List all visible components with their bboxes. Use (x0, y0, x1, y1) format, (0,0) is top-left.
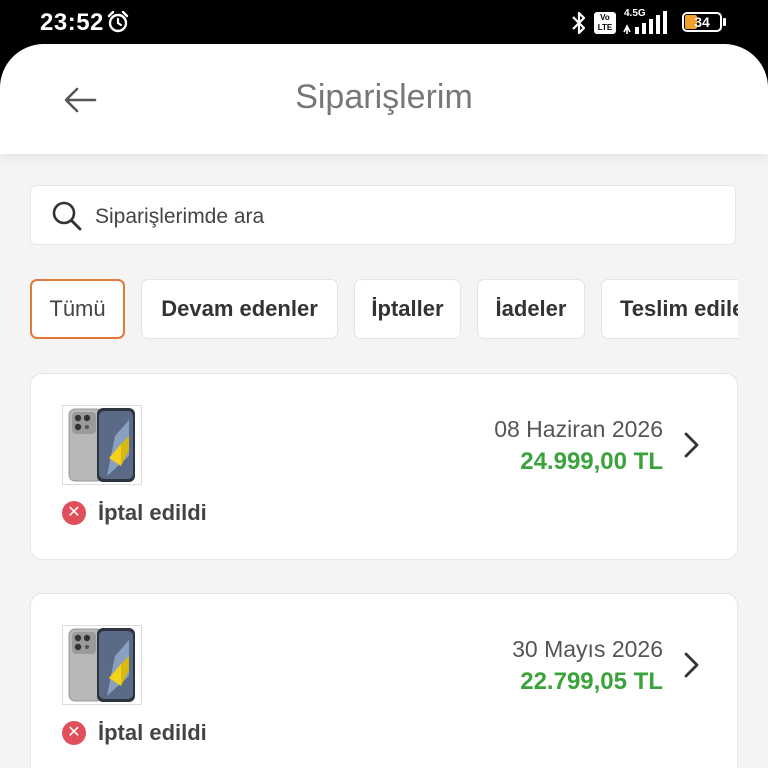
cancel-x-icon: ✕ (62, 501, 86, 525)
bluetooth-icon (572, 11, 586, 35)
status-icons: Vo LTE 4.5G 34 (570, 8, 728, 38)
filter-chip-all[interactable]: Tümü (30, 279, 125, 339)
page-title: Siparişlerim (295, 78, 473, 116)
product-thumbnail (62, 625, 142, 705)
battery-icon: 34 (682, 12, 728, 34)
signal-icon (623, 11, 667, 34)
order-card[interactable]: 30 Mayıs 2026 22.799,05 TL ✕ İptal edild… (30, 593, 738, 768)
phone-product-image (68, 408, 135, 482)
app-bar: Siparişlerim (0, 44, 768, 154)
battery-level: 34 (694, 14, 710, 30)
status-bar: 23:52 Vo LTE 4.5G 34 (0, 0, 768, 46)
order-status-label: İptal edildi (98, 500, 207, 525)
order-card[interactable]: 08 Haziran 2026 24.999,00 TL ✕ İptal edi… (30, 373, 738, 560)
status-time: 23:52 (40, 9, 104, 36)
volte-badge: Vo LTE (594, 12, 616, 34)
alarm-clock-icon (107, 10, 129, 33)
filter-chip-ongoing[interactable]: Devam edenler (141, 279, 338, 339)
cancel-x-icon: ✕ (62, 721, 86, 745)
search-input[interactable] (93, 194, 717, 240)
filter-chip-delivered[interactable]: Teslim edilenler (601, 279, 738, 339)
order-price: 24.999,00 TL (520, 448, 663, 475)
filter-chip-cancellations[interactable]: İptaller (354, 279, 461, 339)
product-thumbnail (62, 405, 142, 485)
order-date: 08 Haziran 2026 (494, 416, 663, 442)
filter-tabs: Tümü Devam edenler İptaller İadeler Tesl… (30, 279, 738, 341)
phone-product-image (68, 628, 135, 702)
chevron-right-icon (684, 432, 699, 458)
app-screen: Siparişlerim Tümü Devam edenler İptaller… (0, 44, 768, 768)
order-status-label: İptal edildi (98, 720, 207, 745)
filter-chip-returns[interactable]: İadeler (477, 279, 585, 339)
search-bar[interactable] (30, 185, 736, 245)
network-type: 4.5G (622, 8, 670, 36)
order-date: 30 Mayıs 2026 (512, 636, 663, 662)
order-status: ✕ İptal edildi (62, 720, 207, 746)
order-status: ✕ İptal edildi (62, 500, 207, 526)
chevron-right-icon (684, 652, 699, 678)
order-price: 22.799,05 TL (520, 668, 663, 695)
search-icon (52, 201, 82, 231)
